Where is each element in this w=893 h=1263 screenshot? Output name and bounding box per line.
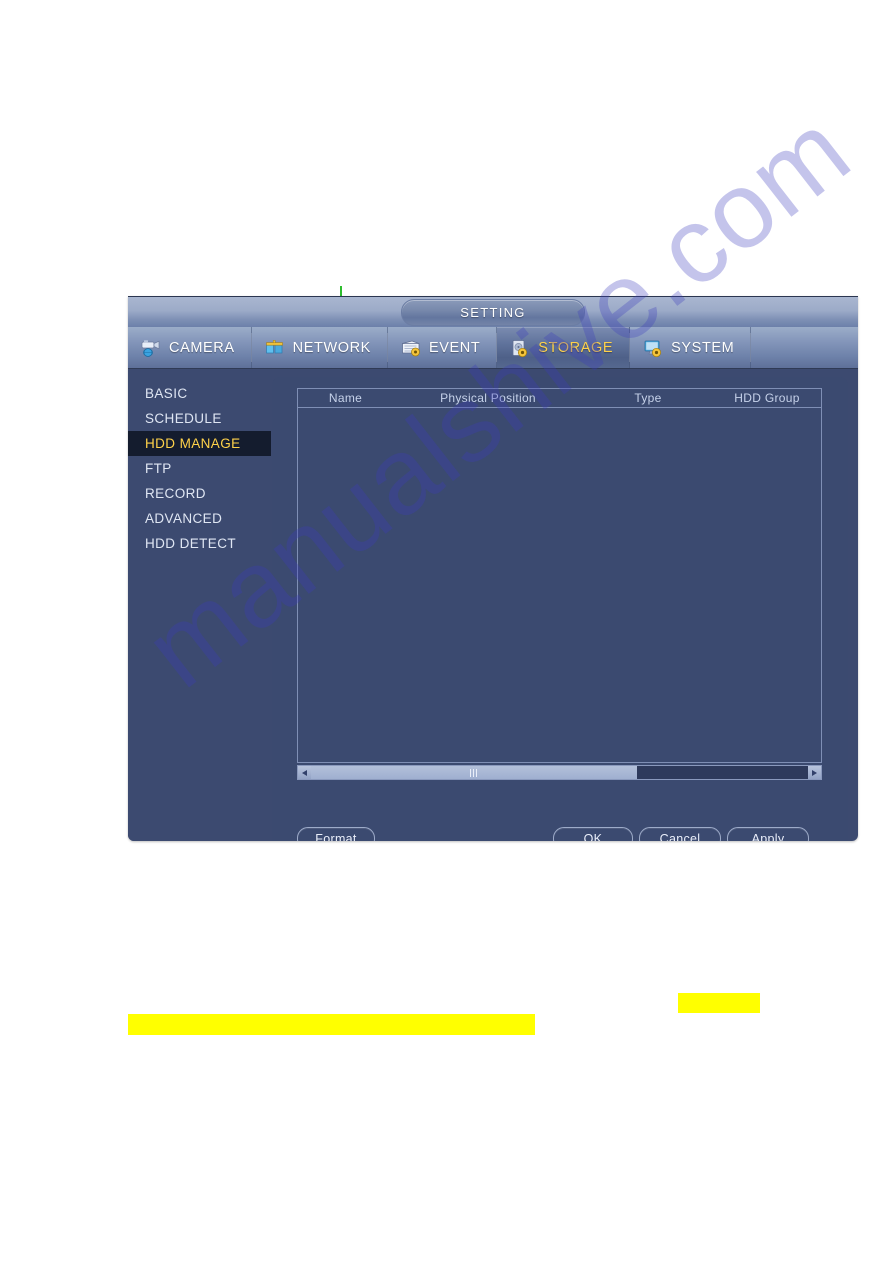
title-bar: SETTING [128,296,858,327]
highlight-block-bottom [128,1014,535,1035]
tab-storage-label: STORAGE [538,339,614,356]
sidebar-item-label: HDD MANAGE [145,436,241,451]
window-body: BASIC SCHEDULE HDD MANAGE FTP RECORD ADV… [128,369,858,841]
tab-network-label: NETWORK [292,339,371,356]
format-button-label: Format [315,831,357,842]
scrollbar-track[interactable] [311,766,808,779]
sidebar-item-label: ADVANCED [145,511,223,526]
tab-system[interactable]: SYSTEM [630,327,752,368]
sidebar-item-label: BASIC [145,386,188,401]
tab-event-label: EVENT [428,339,481,356]
ok-button-label: OK [583,831,603,842]
sidebar-item-ftp[interactable]: FTP [128,456,257,481]
sidebar-item-record[interactable]: RECORD [128,481,257,506]
sidebar-item-hdd-manage[interactable]: HDD MANAGE [128,431,271,456]
tab-bar-spacer [751,327,858,368]
sidebar-item-schedule[interactable]: SCHEDULE [128,406,257,431]
event-icon [400,338,422,358]
sidebar-item-hdd-detect[interactable]: HDD DETECT [128,531,257,556]
camera-icon [140,338,162,358]
tab-camera[interactable]: CAMERA [128,327,252,368]
cancel-button-label: Cancel [659,831,701,842]
tab-event[interactable]: EVENT [388,327,498,368]
column-header-hdd-group: HDD Group [734,391,800,405]
apply-button[interactable]: Apply [727,827,809,841]
apply-button-label: Apply [751,831,785,842]
table-header-row: Name Physical Position Type HDD Group [298,389,821,408]
hdd-table: Name Physical Position Type HDD Group [297,388,822,763]
sidebar: BASIC SCHEDULE HDD MANAGE FTP RECORD ADV… [128,369,271,841]
column-header-name: Name [328,391,363,405]
scrollbar-grip-icon [473,768,475,777]
scroll-left-arrow-icon[interactable] [298,766,311,779]
highlight-block-right [678,993,760,1013]
tab-storage[interactable]: STORAGE [497,327,631,368]
network-icon [264,338,286,358]
tab-bar: CAMERA NETWORK EVENT STORAGE SYSTEM [128,327,858,369]
scrollbar-grip-icon [476,768,478,777]
column-header-physical-position: Physical Position [440,391,536,405]
table-body[interactable] [298,408,821,763]
format-button[interactable]: Format [297,827,375,841]
setting-dialog: SETTING CAMERA NETWORK EVENT STORAGE SYS… [128,296,858,841]
tab-network[interactable]: NETWORK [252,327,389,368]
tab-system-label: SYSTEM [671,339,735,356]
scrollbar-thumb[interactable] [311,766,637,779]
page-title: SETTING [460,305,526,320]
system-icon [642,338,664,358]
sidebar-item-label: HDD DETECT [145,536,236,551]
scroll-right-arrow-icon[interactable] [808,766,821,779]
window-title-pill: SETTING [401,299,585,326]
sidebar-item-advanced[interactable]: ADVANCED [128,506,257,531]
column-header-type: Type [634,391,662,405]
storage-icon [509,338,531,358]
content-panel: Name Physical Position Type HDD Group Fo… [272,377,848,841]
sidebar-item-label: RECORD [145,486,206,501]
ok-button[interactable]: OK [553,827,633,841]
cancel-button[interactable]: Cancel [639,827,721,841]
horizontal-scrollbar[interactable] [297,765,822,780]
sidebar-item-basic[interactable]: BASIC [128,381,257,406]
scrollbar-grip-icon [470,768,472,777]
sidebar-item-label: FTP [145,461,172,476]
tab-camera-label: CAMERA [169,339,235,356]
sidebar-item-label: SCHEDULE [145,411,222,426]
